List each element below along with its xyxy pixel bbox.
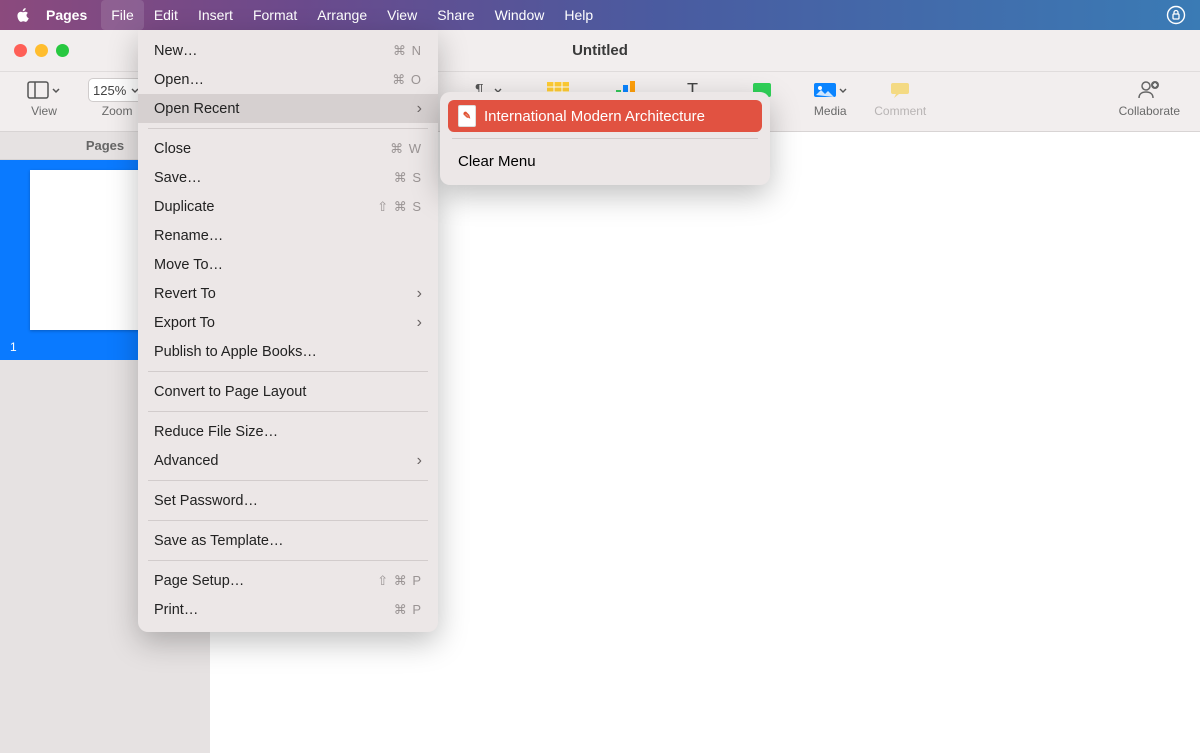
menu-shortcut: ⌘ O [392, 72, 422, 88]
menubar-right [1166, 0, 1186, 30]
view-icon [27, 76, 61, 104]
menu-item-label: Publish to Apple Books… [154, 344, 317, 360]
menu-item-label: Rename… [154, 228, 223, 244]
file-menu-item[interactable]: Duplicate ⇧ ⌘ S [138, 192, 438, 221]
file-menu-item[interactable]: Page Setup… ⇧ ⌘ P [138, 566, 438, 595]
menu-item-label: Revert To [154, 286, 216, 302]
file-menu: New… ⌘ N Open… ⌘ O Open Recent › Close ⌘ W Save…… [138, 30, 438, 632]
file-menu-item[interactable]: New… ⌘ N [138, 36, 438, 65]
comment-icon [889, 76, 911, 104]
menu-item-label: Page Setup… [154, 573, 244, 589]
recent-document-item[interactable]: ✎ International Modern Architecture [448, 100, 762, 132]
file-menu-item[interactable]: Print… ⌘ P [138, 595, 438, 624]
menubar: Pages FileEditInsertFormatArrangeViewSha… [0, 0, 1200, 30]
menu-item-label: Reduce File Size… [154, 424, 278, 440]
menu-arrange[interactable]: Arrange [307, 0, 377, 30]
menu-help[interactable]: Help [554, 0, 603, 30]
file-menu-item[interactable]: Reduce File Size… [138, 417, 438, 446]
toolbar-media-label: Media [814, 104, 847, 118]
menu-shortcut: ⌘ S [394, 170, 422, 186]
app-name[interactable]: Pages [46, 7, 87, 23]
menu-view[interactable]: View [377, 0, 427, 30]
file-menu-item[interactable]: Save… ⌘ S [138, 163, 438, 192]
file-menu-item[interactable]: Open… ⌘ O [138, 65, 438, 94]
media-icon [813, 76, 847, 104]
chevron-right-icon: › [417, 285, 422, 303]
menu-format[interactable]: Format [243, 0, 307, 30]
menu-shortcut: ⌘ W [390, 141, 422, 157]
menu-insert[interactable]: Insert [188, 0, 243, 30]
file-menu-item[interactable]: Close ⌘ W [138, 134, 438, 163]
menu-item-label: Advanced [154, 453, 219, 469]
menu-item-label: Save as Template… [154, 533, 284, 549]
file-menu-item[interactable]: Publish to Apple Books… [138, 337, 438, 366]
menu-item-label: Set Password… [154, 493, 258, 509]
menu-file[interactable]: File [101, 0, 144, 30]
toolbar-view[interactable]: View [20, 76, 68, 118]
menu-edit[interactable]: Edit [144, 0, 188, 30]
file-menu-item[interactable]: Export To › [138, 308, 438, 337]
clear-menu-label: Clear Menu [458, 153, 536, 170]
toolbar-zoom-label: Zoom [102, 104, 133, 118]
menu-shortcut: ⌘ N [393, 43, 422, 59]
lock-icon[interactable] [1166, 5, 1186, 25]
file-menu-item[interactable]: Rename… [138, 221, 438, 250]
file-menu-item[interactable]: Open Recent › [138, 94, 438, 123]
toolbar-media[interactable]: Media [806, 76, 854, 118]
toolbar-view-label: View [31, 104, 57, 118]
file-menu-item[interactable]: Convert to Page Layout [138, 377, 438, 406]
menu-item-label: Close [154, 141, 191, 157]
menu-shortcut: ⌘ P [394, 602, 422, 618]
menu-item-label: Save… [154, 170, 202, 186]
menu-share[interactable]: Share [427, 0, 484, 30]
recent-document-label: International Modern Architecture [484, 108, 705, 125]
document-icon: ✎ [458, 105, 476, 127]
chevron-right-icon: › [417, 100, 422, 118]
menu-item-label: Move To… [154, 257, 223, 273]
menu-shortcut: ⇧ ⌘ P [377, 573, 422, 589]
menu-item-label: Print… [154, 602, 198, 618]
file-menu-item[interactable]: Revert To › [138, 279, 438, 308]
menu-item-label: Convert to Page Layout [154, 384, 306, 400]
clear-menu-item[interactable]: Clear Menu [448, 145, 762, 177]
toolbar-comment[interactable]: Comment [874, 76, 926, 118]
toolbar-comment-label: Comment [874, 104, 926, 118]
menu-window[interactable]: Window [485, 0, 555, 30]
file-menu-item[interactable]: Advanced › [138, 446, 438, 475]
menu-item-label: Open Recent [154, 101, 239, 117]
toolbar-collaborate-label: Collaborate [1119, 104, 1180, 118]
file-menu-item[interactable]: Set Password… [138, 486, 438, 515]
menu-item-label: Export To [154, 315, 215, 331]
open-recent-submenu: ✎ International Modern Architecture Clear … [440, 92, 770, 185]
menu-item-label: New… [154, 43, 198, 59]
menu-item-label: Duplicate [154, 199, 214, 215]
apple-menu-icon[interactable] [14, 7, 32, 23]
menu-shortcut: ⇧ ⌘ S [377, 199, 422, 215]
collaborate-icon [1136, 76, 1162, 104]
menu-item-label: Open… [154, 72, 204, 88]
chevron-right-icon: › [417, 452, 422, 470]
toolbar-collaborate[interactable]: Collaborate [1119, 76, 1180, 118]
file-menu-item[interactable]: Save as Template… [138, 526, 438, 555]
chevron-right-icon: › [417, 314, 422, 332]
file-menu-item[interactable]: Move To… [138, 250, 438, 279]
